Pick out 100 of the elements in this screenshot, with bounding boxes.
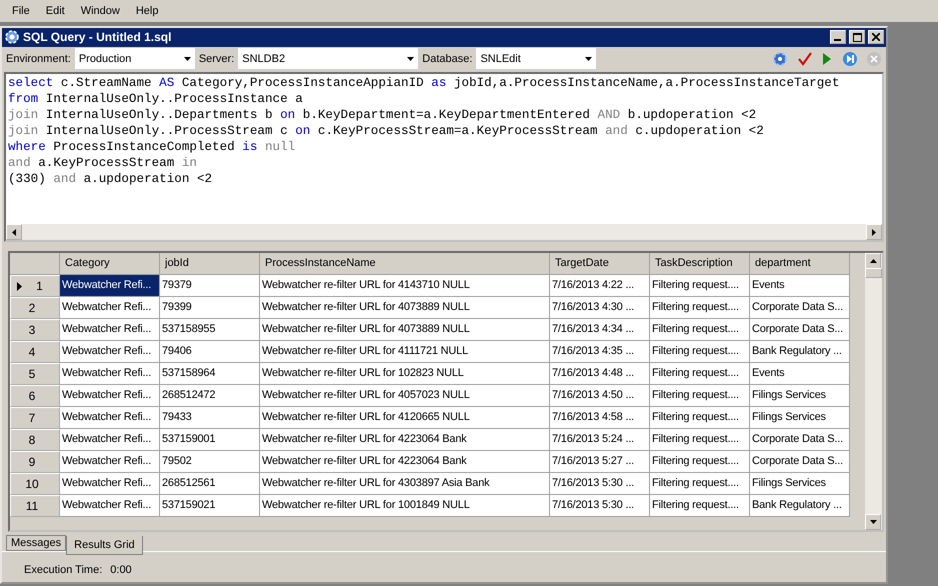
window-title: SQL Query - Untitled 1.sql [23, 30, 172, 44]
row-header[interactable]: 1 [10, 275, 60, 298]
play-icon[interactable] [822, 52, 832, 65]
dropdown-caret-icon [184, 56, 191, 61]
menu-item[interactable]: Window [72, 5, 128, 17]
vertical-scrollbar[interactable] [865, 253, 882, 530]
table-cell: 537159021 [160, 495, 260, 518]
row-header[interactable]: 9 [10, 451, 60, 474]
table-cell: 7/16/2013 5:30 ... [550, 495, 650, 518]
column-header[interactable]: TargetDate [550, 253, 650, 276]
row-header[interactable]: 7 [10, 407, 60, 430]
column-header[interactable]: Category [60, 253, 160, 276]
row-header[interactable]: 11 [10, 495, 60, 518]
table-cell: 7/16/2013 4:34 ... [550, 319, 650, 342]
table-cell: Filings Services [750, 385, 850, 408]
right-arrow-icon[interactable] [872, 228, 876, 236]
table-cell: 537158964 [160, 363, 260, 386]
column-header[interactable]: TaskDescription [650, 253, 750, 276]
table-cell: Bank Regulatory ... [750, 341, 850, 364]
table-cell: Filtering request.... [650, 297, 750, 320]
table-cell: Webwatcher re-filter URL for 4057023 NULL [260, 385, 550, 408]
scrollbar-thumb[interactable] [865, 268, 882, 278]
minimize-button[interactable] [830, 30, 846, 44]
current-row-icon [17, 282, 22, 291]
table-cell: Filtering request.... [650, 473, 750, 496]
row-header[interactable]: 8 [10, 429, 60, 452]
table-cell: 268512472 [160, 385, 260, 408]
left-arrow-icon[interactable] [12, 228, 16, 236]
table-cell: Webwatcher re-filter URL for 4073889 NULL [260, 319, 550, 342]
dropdown-field[interactable]: SNLEdit [476, 48, 596, 70]
checkmark-icon[interactable] [798, 52, 812, 66]
maximize-button[interactable] [849, 30, 865, 44]
table-cell: 268512561 [160, 473, 260, 496]
up-arrow-icon[interactable] [870, 259, 876, 264]
table-cell: 79399 [160, 297, 260, 320]
table-cell: Webwatcher Refi... [60, 341, 160, 364]
table-cell: Webwatcher Refi... [60, 495, 160, 518]
table-cell: 7/16/2013 4:50 ... [550, 385, 650, 408]
column-header[interactable]: department [750, 253, 850, 276]
table-cell: Bank Regulatory ... [750, 495, 850, 518]
column-header[interactable]: ProcessInstanceName [260, 253, 550, 276]
table-cell: Webwatcher re-filter URL for 4073889 NULL [260, 297, 550, 320]
table-cell: Corporate Data S... [750, 451, 850, 474]
row-header[interactable]: 6 [10, 385, 60, 408]
maximize-icon [852, 32, 862, 42]
code-line: join InternalUseOnly..ProcessStream c on c.KeyProcessStream=a.KeyProcessStream and c.updoperation <2 [8, 122, 765, 139]
table-cell: Events [750, 363, 850, 386]
row-header[interactable]: 4 [10, 341, 60, 364]
table-cell: Webwatcher Refi... [60, 451, 160, 474]
table-cell: Filtering request.... [650, 407, 750, 430]
table-cell: 537159001 [160, 429, 260, 452]
table-cell: Filings Services [750, 473, 850, 496]
menu-item[interactable]: File [4, 5, 38, 17]
menu-item[interactable]: Edit [38, 5, 73, 17]
dropdown-field[interactable]: Production [74, 48, 195, 70]
field-label: Database: [422, 52, 472, 65]
code-line: select c.StreamName AS Category,ProcessInstanceAppianID as jobId,a.ProcessInstanceName,a.ProcessInstanceTarget [8, 74, 840, 91]
table-cell: Webwatcher re-filter URL for 4223064 Bank [260, 429, 550, 452]
row-header[interactable]: 2 [10, 297, 60, 320]
table-cell: 537158955 [160, 319, 260, 342]
row-header[interactable]: 3 [10, 319, 60, 342]
sql-editor[interactable] [4, 72, 884, 242]
table-cell: Filings Services [750, 407, 850, 430]
table-cell: Webwatcher re-filter URL for 4143710 NULL [260, 275, 550, 298]
tab[interactable]: Messages [6, 535, 66, 552]
menu-item[interactable]: Help [128, 5, 166, 17]
table-cell: 79502 [160, 451, 260, 474]
code-line: join InternalUseOnly..Departments b on b.KeyDepartment=a.KeyDepartmentEntered AND b.updoperation <2 [8, 106, 758, 123]
table-cell: Webwatcher Refi... [60, 297, 160, 320]
table-cell: Webwatcher re-filter URL for 4223064 Bank [260, 451, 550, 474]
down-arrow-icon[interactable] [870, 520, 876, 524]
table-cell: Webwatcher Refi... [60, 385, 160, 408]
close-button[interactable] [868, 30, 884, 44]
row-header[interactable]: 5 [10, 363, 60, 386]
table-cell: Events [750, 275, 850, 298]
gear-icon [4, 29, 20, 46]
table-cell: Filtering request.... [650, 363, 750, 386]
table-cell: 79433 [160, 407, 260, 430]
tab[interactable]: Results Grid [66, 536, 143, 556]
table-cell: Filtering request.... [650, 319, 750, 342]
table-cell: Filtering request.... [650, 451, 750, 474]
dropdown-caret-icon [585, 56, 592, 61]
table-cell: Webwatcher Refi... [60, 363, 160, 386]
status-value: 0:00 [110, 564, 132, 576]
gear-icon[interactable] [772, 50, 788, 67]
table-cell: 7/16/2013 4:22 ... [550, 275, 650, 298]
column-header[interactable]: jobId [160, 253, 260, 276]
dropdown-field[interactable]: SNLDB2 [238, 48, 418, 70]
table-cell: Filtering request.... [650, 275, 750, 298]
code-line: from InternalUseOnly..ProcessInstance a [8, 90, 304, 107]
step-icon[interactable] [842, 50, 858, 67]
table-cell: Filtering request.... [650, 341, 750, 364]
close-icon [872, 33, 880, 42]
table-cell: Filtering request.... [650, 495, 750, 518]
horizontal-scrollbar[interactable] [6, 224, 882, 240]
table-cell: 7/16/2013 4:48 ... [550, 363, 650, 386]
table-cell: Webwatcher re-filter URL for 102823 NULL [260, 363, 550, 386]
row-header[interactable]: 10 [10, 473, 60, 496]
table-cell: Corporate Data S... [750, 297, 850, 320]
table-cell: Webwatcher re-filter URL for 1001849 NULL [260, 495, 550, 518]
